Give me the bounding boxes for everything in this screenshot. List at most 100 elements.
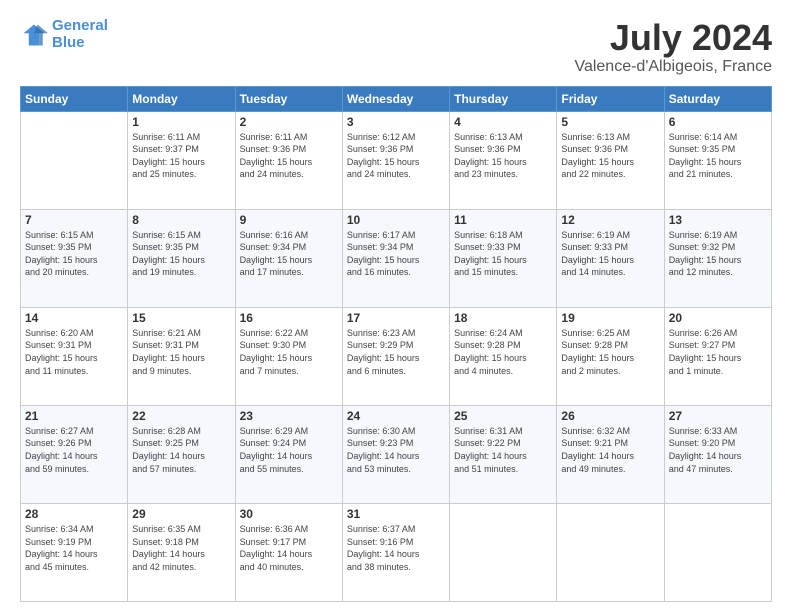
calendar-week-4: 21 Sunrise: 6:27 AM Sunset: 9:26 PM Dayli… — [21, 405, 772, 503]
day-info: Sunrise: 6:15 AM Sunset: 9:35 PM Dayligh… — [25, 229, 123, 279]
day-info: Sunrise: 6:35 AM Sunset: 9:18 PM Dayligh… — [132, 523, 230, 573]
day-number: 17 — [347, 311, 445, 325]
calendar-header-row: SundayMondayTuesdayWednesdayThursdayFrid… — [21, 86, 772, 111]
calendar-week-5: 28 Sunrise: 6:34 AM Sunset: 9:19 PM Dayli… — [21, 503, 772, 601]
calendar-cell — [557, 503, 664, 601]
day-info: Sunrise: 6:23 AM Sunset: 9:29 PM Dayligh… — [347, 327, 445, 377]
calendar-header-wednesday: Wednesday — [342, 86, 449, 111]
day-info: Sunrise: 6:21 AM Sunset: 9:31 PM Dayligh… — [132, 327, 230, 377]
calendar-cell: 22 Sunrise: 6:28 AM Sunset: 9:25 PM Dayli… — [128, 405, 235, 503]
calendar-cell: 5Sunrise: 6:13 AM Sunset: 9:36 PM Daylig… — [557, 111, 664, 209]
day-number: 5 — [561, 115, 659, 129]
day-info: Sunrise: 6:29 AM Sunset: 9:24 PM Dayligh… — [240, 425, 338, 475]
calendar-week-3: 14 Sunrise: 6:20 AM Sunset: 9:31 PM Dayli… — [21, 307, 772, 405]
logo: General Blue — [20, 18, 108, 51]
day-number: 29 — [132, 507, 230, 521]
calendar-cell: 13Sunrise: 6:19 AM Sunset: 9:32 PM Dayli… — [664, 209, 771, 307]
page: General Blue July 2024 Valence-d'Albigeo… — [0, 0, 792, 612]
day-number: 26 — [561, 409, 659, 423]
calendar-cell — [21, 111, 128, 209]
calendar-cell: 24 Sunrise: 6:30 AM Sunset: 9:23 PM Dayli… — [342, 405, 449, 503]
day-number: 28 — [25, 507, 123, 521]
day-number: 14 — [25, 311, 123, 325]
day-info: Sunrise: 6:20 AM Sunset: 9:31 PM Dayligh… — [25, 327, 123, 377]
day-number: 23 — [240, 409, 338, 423]
day-number: 13 — [669, 213, 767, 227]
day-number: 24 — [347, 409, 445, 423]
day-number: 18 — [454, 311, 552, 325]
logo-text: General Blue — [52, 18, 108, 51]
day-number: 22 — [132, 409, 230, 423]
day-info: Sunrise: 6:28 AM Sunset: 9:25 PM Dayligh… — [132, 425, 230, 475]
calendar-cell: 18 Sunrise: 6:24 AM Sunset: 9:28 PM Dayli… — [450, 307, 557, 405]
calendar-cell: 15 Sunrise: 6:21 AM Sunset: 9:31 PM Dayli… — [128, 307, 235, 405]
calendar-cell — [664, 503, 771, 601]
day-number: 12 — [561, 213, 659, 227]
day-number: 31 — [347, 507, 445, 521]
calendar-header-thursday: Thursday — [450, 86, 557, 111]
day-info: Sunrise: 6:14 AM Sunset: 9:35 PM Dayligh… — [669, 131, 767, 181]
day-info: Sunrise: 6:22 AM Sunset: 9:30 PM Dayligh… — [240, 327, 338, 377]
calendar-header-saturday: Saturday — [664, 86, 771, 111]
calendar-cell: 6Sunrise: 6:14 AM Sunset: 9:35 PM Daylig… — [664, 111, 771, 209]
day-info: Sunrise: 6:18 AM Sunset: 9:33 PM Dayligh… — [454, 229, 552, 279]
calendar-cell: 4 Sunrise: 6:13 AM Sunset: 9:36 PM Daylig… — [450, 111, 557, 209]
day-number: 9 — [240, 213, 338, 227]
day-number: 4 — [454, 115, 552, 129]
day-info: Sunrise: 6:31 AM Sunset: 9:22 PM Dayligh… — [454, 425, 552, 475]
calendar-cell: 16Sunrise: 6:22 AM Sunset: 9:30 PM Dayli… — [235, 307, 342, 405]
calendar-cell: 30 Sunrise: 6:36 AM Sunset: 9:17 PM Dayli… — [235, 503, 342, 601]
day-info: Sunrise: 6:36 AM Sunset: 9:17 PM Dayligh… — [240, 523, 338, 573]
calendar-cell — [450, 503, 557, 601]
day-info: Sunrise: 6:19 AM Sunset: 9:33 PM Dayligh… — [561, 229, 659, 279]
calendar-cell: 10 Sunrise: 6:17 AM Sunset: 9:34 PM Dayli… — [342, 209, 449, 307]
calendar-cell: 1Sunrise: 6:11 AM Sunset: 9:37 PM Daylig… — [128, 111, 235, 209]
calendar-header-monday: Monday — [128, 86, 235, 111]
day-info: Sunrise: 6:17 AM Sunset: 9:34 PM Dayligh… — [347, 229, 445, 279]
calendar-cell: 19Sunrise: 6:25 AM Sunset: 9:28 PM Dayli… — [557, 307, 664, 405]
day-number: 20 — [669, 311, 767, 325]
calendar-week-2: 7Sunrise: 6:15 AM Sunset: 9:35 PM Daylig… — [21, 209, 772, 307]
day-info: Sunrise: 6:27 AM Sunset: 9:26 PM Dayligh… — [25, 425, 123, 475]
day-number: 25 — [454, 409, 552, 423]
day-number: 8 — [132, 213, 230, 227]
day-number: 2 — [240, 115, 338, 129]
calendar-cell: 25 Sunrise: 6:31 AM Sunset: 9:22 PM Dayli… — [450, 405, 557, 503]
calendar-cell: 2 Sunrise: 6:11 AM Sunset: 9:36 PM Daylig… — [235, 111, 342, 209]
calendar-header-sunday: Sunday — [21, 86, 128, 111]
day-info: Sunrise: 6:24 AM Sunset: 9:28 PM Dayligh… — [454, 327, 552, 377]
logo-line1: General — [52, 17, 108, 34]
day-number: 19 — [561, 311, 659, 325]
title-block: July 2024 Valence-d'Albigeois, France — [574, 18, 772, 76]
subtitle: Valence-d'Albigeois, France — [574, 58, 772, 76]
calendar-cell: 26Sunrise: 6:32 AM Sunset: 9:21 PM Dayli… — [557, 405, 664, 503]
day-number: 27 — [669, 409, 767, 423]
calendar-cell: 8Sunrise: 6:15 AM Sunset: 9:35 PM Daylig… — [128, 209, 235, 307]
calendar-cell: 20 Sunrise: 6:26 AM Sunset: 9:27 PM Dayli… — [664, 307, 771, 405]
day-info: Sunrise: 6:34 AM Sunset: 9:19 PM Dayligh… — [25, 523, 123, 573]
calendar-cell: 3Sunrise: 6:12 AM Sunset: 9:36 PM Daylig… — [342, 111, 449, 209]
day-number: 11 — [454, 213, 552, 227]
day-info: Sunrise: 6:26 AM Sunset: 9:27 PM Dayligh… — [669, 327, 767, 377]
day-info: Sunrise: 6:13 AM Sunset: 9:36 PM Dayligh… — [454, 131, 552, 181]
day-number: 10 — [347, 213, 445, 227]
day-info: Sunrise: 6:30 AM Sunset: 9:23 PM Dayligh… — [347, 425, 445, 475]
calendar: SundayMondayTuesdayWednesdayThursdayFrid… — [20, 86, 772, 602]
calendar-cell: 14 Sunrise: 6:20 AM Sunset: 9:31 PM Dayli… — [21, 307, 128, 405]
calendar-cell: 7Sunrise: 6:15 AM Sunset: 9:35 PM Daylig… — [21, 209, 128, 307]
day-info: Sunrise: 6:11 AM Sunset: 9:36 PM Dayligh… — [240, 131, 338, 181]
calendar-cell: 17 Sunrise: 6:23 AM Sunset: 9:29 PM Dayli… — [342, 307, 449, 405]
main-title: July 2024 — [574, 18, 772, 58]
day-info: Sunrise: 6:12 AM Sunset: 9:36 PM Dayligh… — [347, 131, 445, 181]
calendar-cell: 27Sunrise: 6:33 AM Sunset: 9:20 PM Dayli… — [664, 405, 771, 503]
day-number: 30 — [240, 507, 338, 521]
calendar-cell: 9 Sunrise: 6:16 AM Sunset: 9:34 PM Daylig… — [235, 209, 342, 307]
day-number: 1 — [132, 115, 230, 129]
calendar-cell: 21 Sunrise: 6:27 AM Sunset: 9:26 PM Dayli… — [21, 405, 128, 503]
day-number: 15 — [132, 311, 230, 325]
day-info: Sunrise: 6:16 AM Sunset: 9:34 PM Dayligh… — [240, 229, 338, 279]
logo-icon — [20, 21, 48, 49]
calendar-cell: 12 Sunrise: 6:19 AM Sunset: 9:33 PM Dayli… — [557, 209, 664, 307]
calendar-cell: 31Sunrise: 6:37 AM Sunset: 9:16 PM Dayli… — [342, 503, 449, 601]
day-number: 21 — [25, 409, 123, 423]
